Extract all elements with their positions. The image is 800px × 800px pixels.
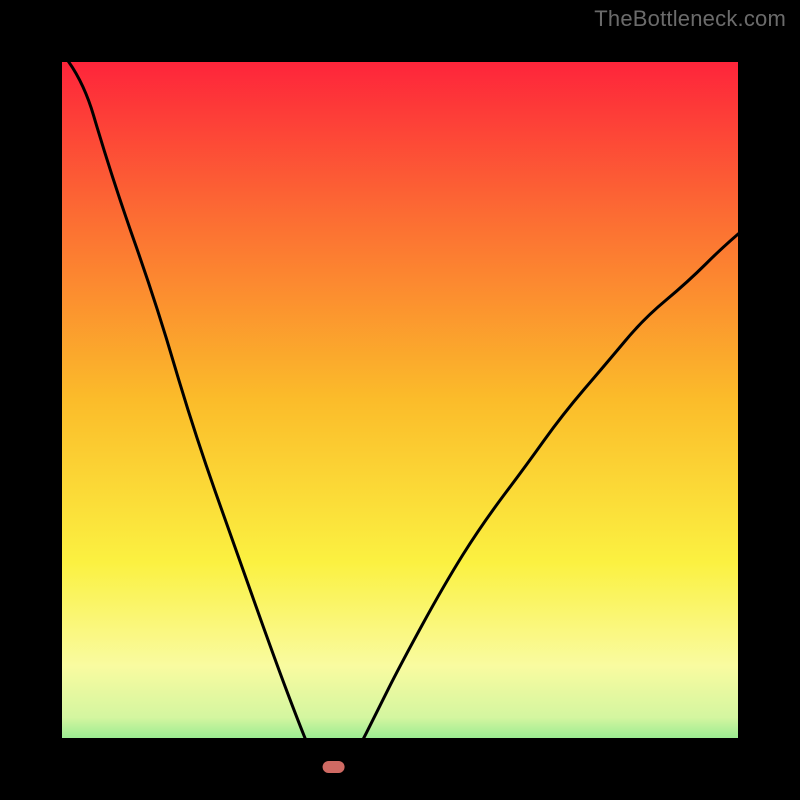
bottleneck-chart xyxy=(0,0,800,800)
chart-container: TheBottleneck.com xyxy=(0,0,800,800)
watermark-text: TheBottleneck.com xyxy=(594,6,786,32)
optimal-point-marker xyxy=(323,761,345,773)
plot-background xyxy=(31,31,769,769)
